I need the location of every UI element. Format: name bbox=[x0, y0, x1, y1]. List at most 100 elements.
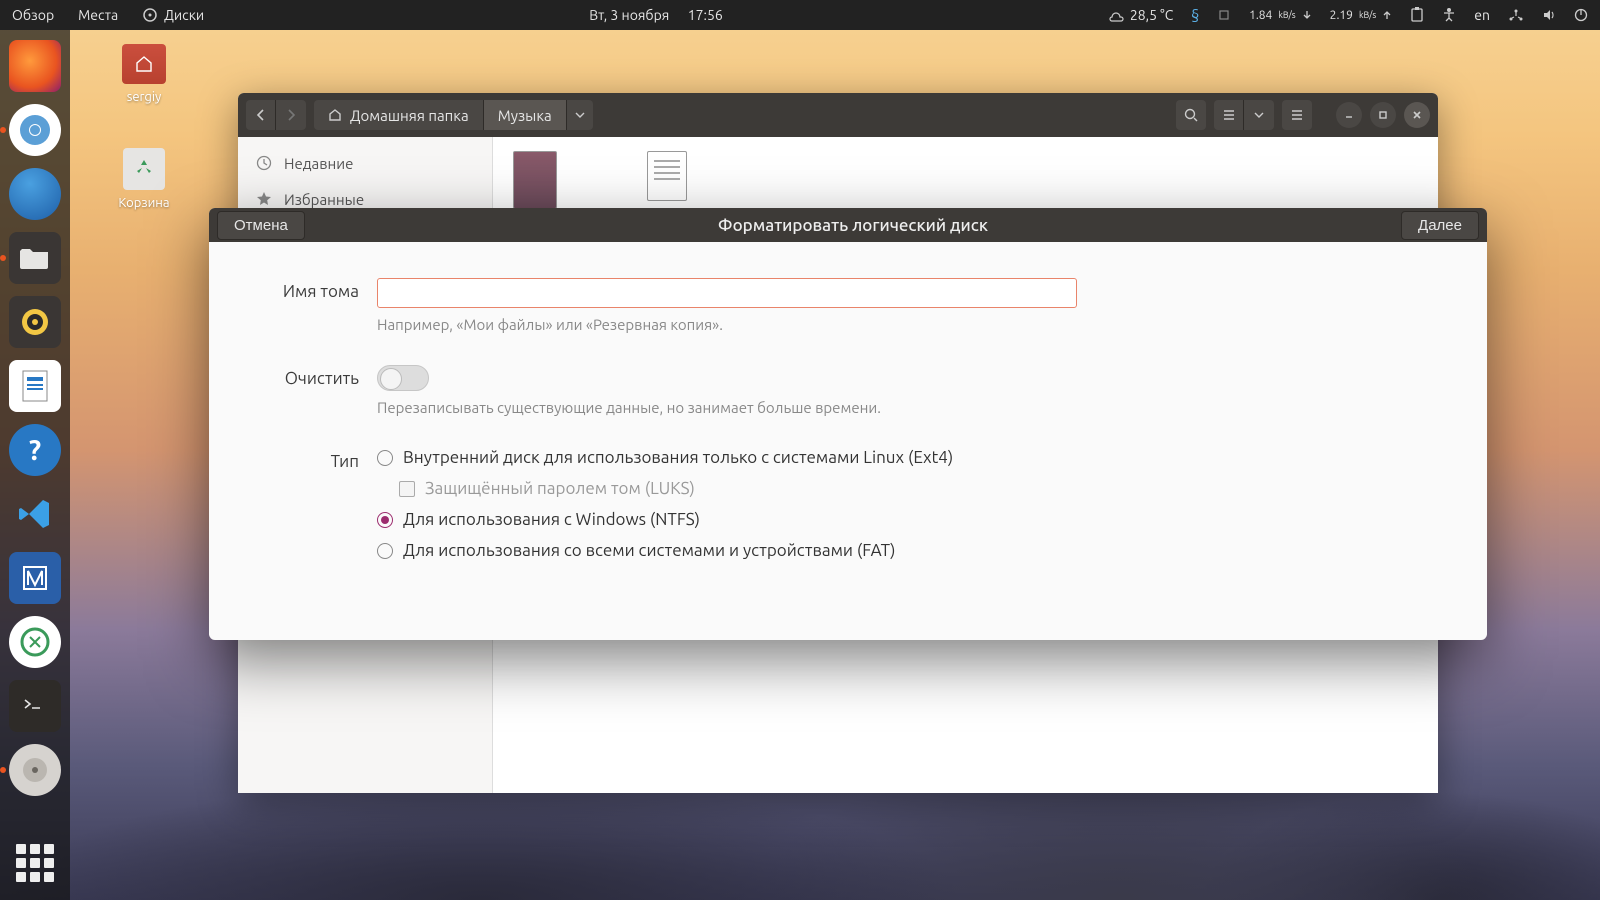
path-music-label: Музыка bbox=[498, 107, 552, 124]
minimize-icon bbox=[1344, 110, 1354, 120]
dock-thunderbird[interactable] bbox=[9, 168, 61, 220]
erase-label: Очистить bbox=[257, 365, 377, 388]
desktop-home[interactable]: sergiy bbox=[104, 44, 184, 104]
dock-disks[interactable] bbox=[9, 744, 61, 796]
file-text[interactable] bbox=[647, 151, 687, 201]
arrow-up-icon bbox=[1382, 10, 1392, 20]
back-button[interactable] bbox=[246, 100, 276, 130]
dialog-title: Форматировать логический диск bbox=[718, 216, 988, 235]
keyboard-layout[interactable]: en bbox=[1474, 7, 1490, 23]
dock-rhythmbox[interactable] bbox=[9, 296, 61, 348]
dock-terminal[interactable] bbox=[9, 680, 61, 732]
hamburger-icon bbox=[1290, 108, 1304, 122]
dock-firefox[interactable] bbox=[9, 40, 61, 92]
dock-files[interactable] bbox=[9, 232, 61, 284]
forward-button[interactable] bbox=[276, 100, 306, 130]
cover-thumbnail bbox=[513, 151, 557, 209]
dock-virtualbox[interactable] bbox=[9, 552, 61, 604]
radio-ntfs[interactable]: Для использования с Windows (NTFS) bbox=[377, 510, 1439, 529]
places-button[interactable]: Места bbox=[78, 7, 118, 23]
radio-fat[interactable]: Для использования со всеми системами и у… bbox=[377, 541, 1439, 560]
volume-indicator[interactable] bbox=[1542, 8, 1556, 22]
pathbar: Домашняя папка Музыка bbox=[314, 100, 593, 130]
maximize-button[interactable] bbox=[1370, 102, 1396, 128]
workspace-indicator[interactable]: § bbox=[1191, 6, 1199, 24]
path-home-label: Домашняя папка bbox=[350, 107, 469, 124]
maximize-icon bbox=[1378, 110, 1388, 120]
erase-switch[interactable] bbox=[377, 365, 429, 391]
radio-icon bbox=[377, 450, 393, 466]
dock-chromium[interactable] bbox=[9, 104, 61, 156]
type-label: Тип bbox=[257, 448, 377, 471]
dock-libreoffice[interactable] bbox=[9, 360, 61, 412]
power-icon bbox=[1574, 8, 1588, 22]
trash-recycle-icon bbox=[133, 158, 155, 180]
net-up-indicator[interactable]: 2.19kB/s bbox=[1330, 9, 1393, 22]
weather-icon bbox=[1108, 7, 1124, 23]
path-dropdown[interactable] bbox=[567, 110, 593, 120]
app-menu-button[interactable]: Диски bbox=[142, 7, 204, 23]
minimize-button[interactable] bbox=[1336, 102, 1362, 128]
dock-remmina[interactable] bbox=[9, 616, 61, 668]
volume-name-input[interactable] bbox=[377, 278, 1077, 308]
dock-help[interactable]: ? bbox=[9, 424, 61, 476]
desktop-trash-label: Корзина bbox=[104, 196, 184, 210]
radio-icon bbox=[377, 512, 393, 528]
show-applications-button[interactable] bbox=[16, 844, 54, 882]
next-button[interactable]: Далее bbox=[1401, 211, 1479, 240]
sidebar-recent-label: Недавние bbox=[284, 155, 353, 172]
checkbox-luks[interactable]: Защищённый паролем том (LUKS) bbox=[377, 479, 1439, 498]
net-down-value: 1.84 bbox=[1249, 9, 1272, 22]
weather-indicator[interactable]: 28,5 °C bbox=[1108, 7, 1173, 23]
dock-vscode[interactable] bbox=[9, 488, 61, 540]
radio-ext4-label: Внутренний диск для использования только… bbox=[403, 448, 953, 467]
chevron-down-icon bbox=[575, 110, 585, 120]
search-button[interactable] bbox=[1176, 100, 1206, 130]
desktop-trash[interactable]: Корзина bbox=[104, 148, 184, 210]
vscode-icon bbox=[17, 496, 53, 532]
file-cover[interactable] bbox=[513, 151, 557, 209]
chevron-right-icon bbox=[285, 109, 297, 121]
sidebar-recent[interactable]: Недавние bbox=[238, 145, 492, 181]
folder-icon bbox=[20, 245, 50, 271]
remmina-icon bbox=[20, 627, 50, 657]
cpu-icon bbox=[1217, 8, 1231, 22]
power-indicator[interactable] bbox=[1574, 8, 1588, 22]
search-icon bbox=[1184, 108, 1198, 122]
clock-area[interactable]: Вт, 3 ноября 17:56 bbox=[589, 7, 723, 23]
close-icon bbox=[1412, 110, 1422, 120]
radio-fat-label: Для использования со всеми системами и у… bbox=[403, 541, 896, 560]
accessibility-indicator[interactable] bbox=[1442, 7, 1456, 23]
activities-button[interactable]: Обзор bbox=[12, 7, 54, 23]
top-panel: Обзор Места Диски Вт, 3 ноября 17:56 28,… bbox=[0, 0, 1600, 30]
cpu-indicator[interactable] bbox=[1217, 8, 1231, 22]
star-icon bbox=[256, 191, 272, 207]
radio-ntfs-label: Для использования с Windows (NTFS) bbox=[403, 510, 700, 529]
chevron-left-icon bbox=[255, 109, 267, 121]
cancel-button[interactable]: Отмена bbox=[217, 211, 305, 240]
path-home[interactable]: Домашняя папка bbox=[314, 100, 484, 130]
time-label: 17:56 bbox=[688, 7, 723, 23]
clipboard-indicator[interactable] bbox=[1410, 7, 1424, 23]
net-down-indicator[interactable]: 1.84kB/s bbox=[1249, 9, 1312, 22]
net-up-value: 2.19 bbox=[1330, 9, 1353, 22]
document-icon bbox=[21, 369, 49, 403]
close-button[interactable] bbox=[1404, 102, 1430, 128]
chevron-down-icon bbox=[1254, 110, 1264, 120]
accessibility-icon bbox=[1442, 7, 1456, 23]
view-dropdown-button[interactable] bbox=[1244, 100, 1274, 130]
hamburger-button[interactable] bbox=[1282, 100, 1312, 130]
home-icon bbox=[328, 108, 342, 122]
clock-icon bbox=[256, 155, 272, 171]
network-indicator[interactable] bbox=[1508, 8, 1524, 22]
disks-icon bbox=[20, 755, 50, 785]
home-icon bbox=[135, 55, 153, 73]
view-list-button[interactable] bbox=[1214, 100, 1244, 130]
radio-ext4[interactable]: Внутренний диск для использования только… bbox=[377, 448, 1439, 467]
clipboard-icon bbox=[1410, 7, 1424, 23]
path-music[interactable]: Музыка bbox=[484, 100, 567, 130]
dialog-header: Отмена Форматировать логический диск Дал… bbox=[209, 208, 1487, 242]
speaker-icon bbox=[20, 307, 50, 337]
volume-name-helper: Например, «Мои файлы» или «Резервная коп… bbox=[377, 316, 1077, 333]
chromium-icon bbox=[18, 113, 52, 147]
